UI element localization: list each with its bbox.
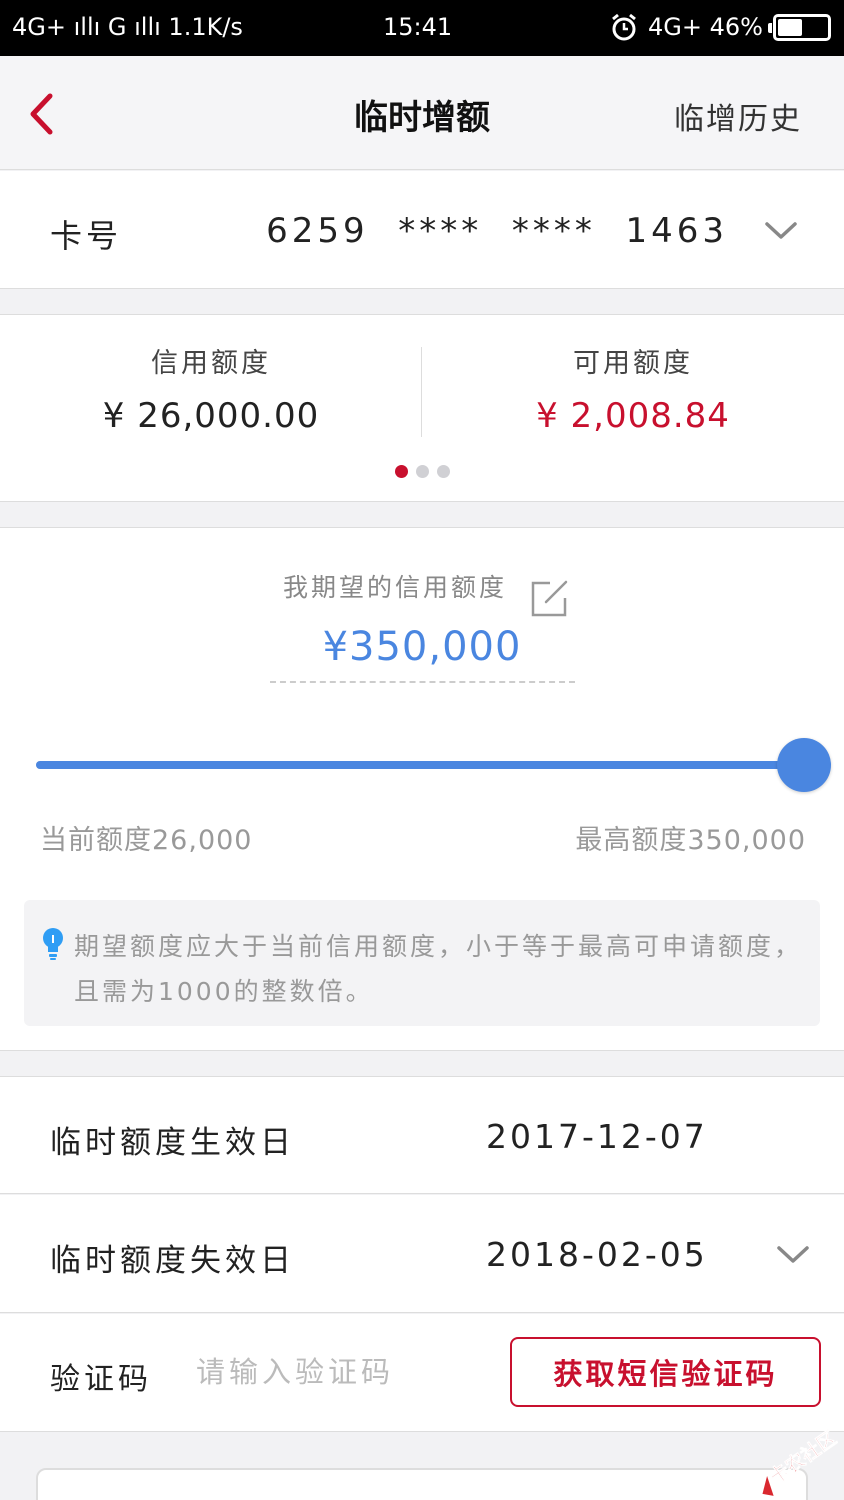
value-underline [270, 681, 575, 683]
available-limit-value: ¥ 2,008.84 [536, 396, 730, 436]
verification-row: 验证码 获取短信验证码 [0, 1314, 844, 1432]
limit-slider-track[interactable] [36, 761, 796, 769]
chevron-down-icon[interactable] [776, 1245, 810, 1265]
start-date-label: 临时额度生效日 [50, 1125, 295, 1161]
bottom-panel [36, 1468, 808, 1500]
available-limit-label: 可用额度 [573, 348, 693, 379]
max-limit-label: 最高额度350,000 [575, 825, 806, 856]
limit-slider-thumb[interactable] [777, 738, 831, 792]
card-label: 卡号 [50, 217, 123, 255]
chevron-down-icon[interactable] [764, 221, 798, 241]
battery-icon [768, 14, 831, 41]
lightbulb-icon [43, 928, 63, 960]
start-date-row: 临时额度生效日 2017-12-07 [0, 1076, 844, 1194]
page-indicator [0, 463, 844, 482]
get-sms-code-button[interactable]: 获取短信验证码 [510, 1337, 821, 1407]
watermark-logo: 卡农社区 [762, 1426, 838, 1496]
network-status: 4G+ ıllı G ıllı 1.1K/s [12, 13, 243, 41]
svg-text:卡农社区: 卡农社区 [765, 1426, 838, 1488]
alarm-clock-icon [610, 12, 638, 48]
end-date-value[interactable]: 2018-02-05 [486, 1235, 708, 1274]
current-limit-label: 当前额度26,000 [40, 825, 253, 856]
verification-label: 验证码 [50, 1362, 152, 1397]
available-limit-block: 可用额度 ¥ 2,008.84 [422, 341, 844, 436]
end-date-row[interactable]: 临时额度失效日 2018-02-05 [0, 1195, 844, 1313]
edit-icon[interactable] [528, 578, 570, 620]
tip-text: 期望额度应大于当前信用额度，小于等于最高可申请额度，且需为1000的整数倍。 [74, 932, 803, 1006]
clock-time: 15:41 [383, 13, 453, 41]
page-dot-1[interactable] [394, 465, 408, 478]
page-dot-2[interactable] [415, 465, 429, 478]
card-number: 6259 **** **** 1463 [266, 211, 728, 251]
expected-limit-label: 我期望的信用额度 [282, 573, 507, 602]
limit-slider-fill [36, 761, 796, 769]
page-dot-3[interactable] [436, 465, 450, 478]
credit-limit-value: ¥ 26,000.00 [102, 396, 320, 436]
status-bar: 4G+ ıllı G ıllı 1.1K/s 15:41 4G+ 46% [0, 0, 844, 56]
history-link[interactable]: 临增历史 [674, 94, 802, 138]
network-battery-status: 4G+ 46% [648, 13, 763, 41]
verification-code-input[interactable] [196, 1348, 486, 1396]
start-date-value: 2017-12-07 [486, 1117, 708, 1156]
card-selector[interactable]: 卡号 6259 **** **** 1463 [0, 171, 844, 289]
navigation-bar: 临时增额 临增历史 [0, 56, 844, 170]
credit-limit-label: 信用额度 [151, 348, 271, 379]
end-date-label: 临时额度失效日 [50, 1243, 295, 1279]
credit-limit-block: 信用额度 ¥ 26,000.00 [0, 341, 422, 436]
tip-box: 期望额度应大于当前信用额度，小于等于最高可申请额度，且需为1000的整数倍。 [24, 900, 820, 1026]
expected-limit-section: 我期望的信用额度 ¥350,000 当前额度26,000 最高额度350,000… [0, 527, 844, 1051]
expected-limit-value[interactable]: ¥350,000 [0, 624, 844, 670]
limits-carousel[interactable]: 信用额度 ¥ 26,000.00 可用额度 ¥ 2,008.84 [0, 314, 844, 502]
